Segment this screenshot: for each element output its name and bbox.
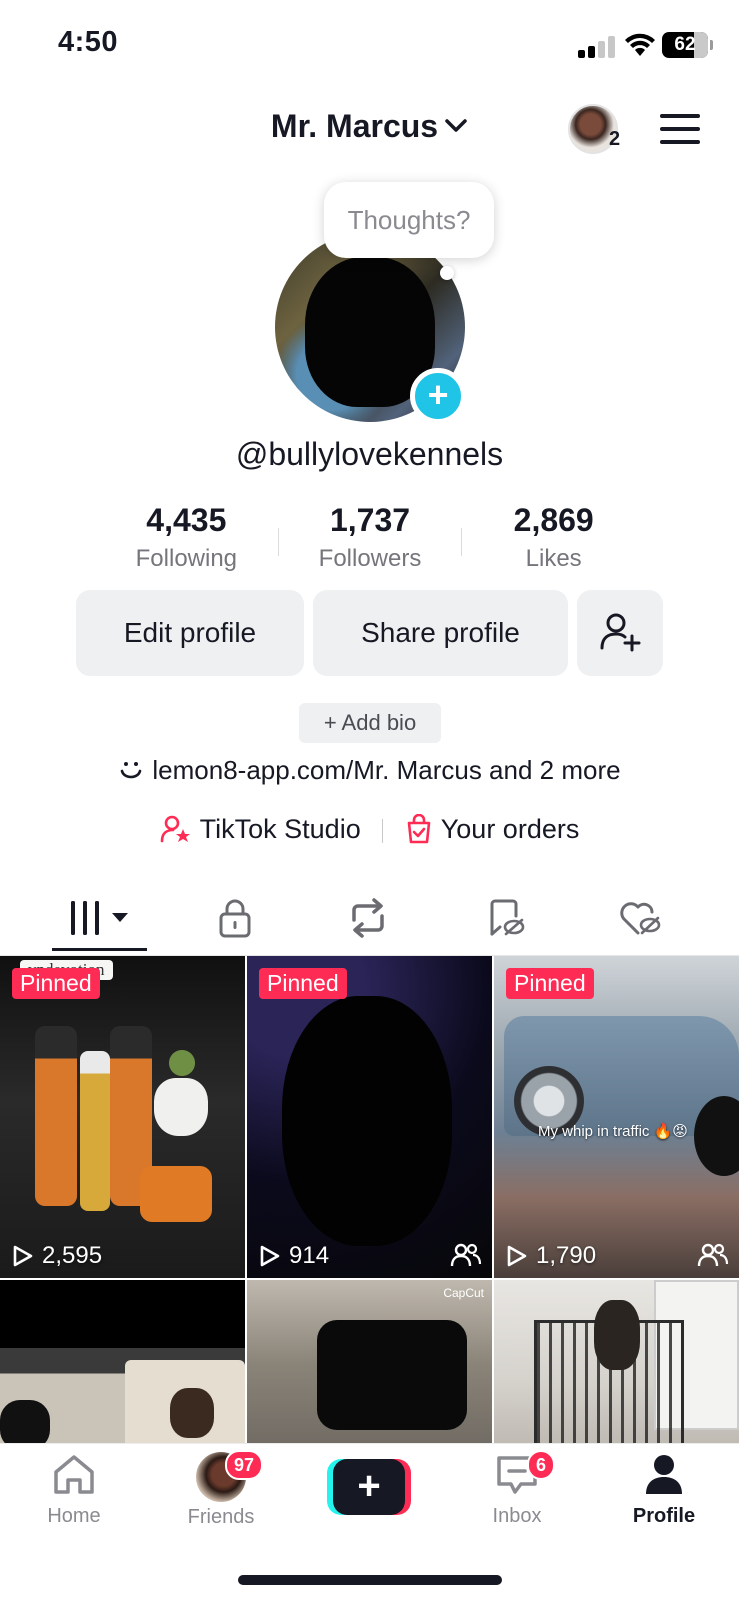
- add-person-icon: [600, 613, 641, 652]
- edit-profile-button[interactable]: Edit profile: [76, 590, 304, 676]
- tab-private[interactable]: [185, 880, 285, 956]
- view-count: 914: [259, 1242, 329, 1270]
- battery-level: 62: [674, 34, 696, 55]
- nav-friends[interactable]: Friends 97: [161, 1450, 281, 1529]
- view-count: 2,595: [12, 1242, 102, 1270]
- menu-icon[interactable]: [660, 114, 700, 144]
- video-thumbnail[interactable]: [0, 1280, 245, 1443]
- status-time: 4:50: [58, 26, 119, 58]
- lock-icon: [219, 899, 251, 938]
- smile-icon: [121, 762, 142, 779]
- stat-label: Followers: [318, 545, 422, 572]
- capcut-watermark: CapCut: [443, 1286, 484, 1300]
- nav-home[interactable]: Home: [14, 1452, 134, 1528]
- video-thumbnail[interactable]: Pinned 914: [247, 956, 492, 1278]
- profile-tabs: [0, 880, 739, 956]
- shopping-bag-icon: [407, 813, 431, 844]
- status-bar: 4:50 62: [0, 0, 739, 90]
- battery-icon: 62: [662, 32, 713, 58]
- nav-inbox[interactable]: Inbox 6: [457, 1450, 577, 1528]
- collab-people-icon: [450, 1243, 482, 1267]
- repost-icon: [352, 898, 384, 938]
- add-story-plus-icon[interactable]: +: [410, 368, 466, 424]
- stat-following[interactable]: 4,435 Following: [95, 502, 278, 582]
- tab-reposts[interactable]: [318, 880, 418, 956]
- video-thumbnail[interactable]: [494, 1280, 739, 1443]
- creator-tools-row: TikTok Studio Your orders: [0, 813, 739, 845]
- profile-icon: [646, 1455, 682, 1494]
- tiktok-studio-link[interactable]: TikTok Studio: [160, 814, 369, 844]
- cellular-signal-icon: [578, 34, 618, 58]
- play-icon: [260, 1245, 280, 1267]
- nav-profile[interactable]: Profile: [604, 1452, 724, 1528]
- video-overlay-text: My whip in traffic 🔥😡: [538, 1123, 688, 1140]
- nav-friends-label: Friends: [187, 1506, 255, 1528]
- add-friend-button[interactable]: [577, 590, 663, 676]
- play-icon: [13, 1245, 33, 1267]
- video-thumbnail[interactable]: vndevotion Pinned 2,595: [0, 956, 245, 1278]
- your-orders-label: Your orders: [440, 814, 580, 844]
- chevron-down-icon: [445, 118, 467, 132]
- bio-link-text: lemon8-app.com/Mr. Marcus and 2 more: [152, 755, 621, 785]
- stat-value: 1,737: [329, 502, 411, 538]
- nav-inbox-label: Inbox: [492, 1505, 542, 1527]
- thought-bubble-dot: [440, 266, 454, 280]
- video-grid: vndevotion Pinned 2,595 Pinned 914 My wh…: [0, 956, 739, 1443]
- stat-followers[interactable]: 1,737 Followers: [279, 502, 462, 582]
- create-button[interactable]: +: [327, 1459, 411, 1515]
- account-switcher[interactable]: Mr. Marcus: [0, 108, 739, 145]
- tab-liked[interactable]: [590, 880, 690, 956]
- studio-person-star-icon: [160, 815, 190, 843]
- stat-likes[interactable]: 2,869 Likes: [462, 502, 645, 582]
- username: @bullylovekennels: [235, 436, 504, 472]
- nav-home-label: Home: [47, 1505, 101, 1527]
- home-indicator: [238, 1575, 502, 1585]
- pinned-badge: Pinned: [12, 968, 100, 999]
- divider: [382, 818, 384, 843]
- active-tab-indicator: [52, 948, 147, 951]
- stat-label: Likes: [525, 545, 582, 572]
- tiktok-studio-label: TikTok Studio: [199, 814, 361, 844]
- friends-badge: 97: [225, 1450, 264, 1480]
- video-grid-icon: [71, 901, 128, 935]
- wifi-icon: [625, 33, 655, 56]
- accounts-count: 2: [609, 128, 621, 150]
- view-count: 1,790: [506, 1242, 596, 1270]
- bookmark-hidden-icon: [490, 899, 525, 936]
- collab-people-icon: [697, 1243, 729, 1267]
- tab-videos[interactable]: [50, 880, 150, 956]
- share-profile-button[interactable]: Share profile: [313, 590, 568, 676]
- profile-stats: 4,435 Following 1,737 Followers 2,869 Li…: [95, 502, 645, 582]
- pinned-badge: Pinned: [259, 968, 347, 999]
- heart-hidden-icon: [620, 902, 661, 935]
- thoughts-bubble[interactable]: Thoughts?: [324, 182, 494, 258]
- video-thumbnail[interactable]: My whip in traffic 🔥😡 Pinned 1,790: [494, 956, 739, 1278]
- your-orders-link[interactable]: Your orders: [405, 813, 580, 844]
- inbox-badge: 6: [527, 1450, 556, 1480]
- add-bio-button[interactable]: + Add bio: [299, 703, 441, 743]
- tab-favorites[interactable]: [456, 880, 556, 956]
- stat-value: 2,869: [513, 502, 594, 538]
- stat-value: 4,435: [146, 502, 227, 538]
- display-name: Mr. Marcus: [270, 108, 439, 144]
- bio-link[interactable]: lemon8-app.com/Mr. Marcus and 2 more: [0, 755, 739, 786]
- plus-icon: +: [333, 1459, 405, 1515]
- nav-profile-label: Profile: [632, 1505, 696, 1527]
- stat-label: Following: [135, 545, 238, 572]
- home-icon: [54, 1455, 94, 1494]
- play-icon: [507, 1245, 527, 1267]
- video-thumbnail[interactable]: CapCut: [247, 1280, 492, 1443]
- pinned-badge: Pinned: [506, 968, 594, 999]
